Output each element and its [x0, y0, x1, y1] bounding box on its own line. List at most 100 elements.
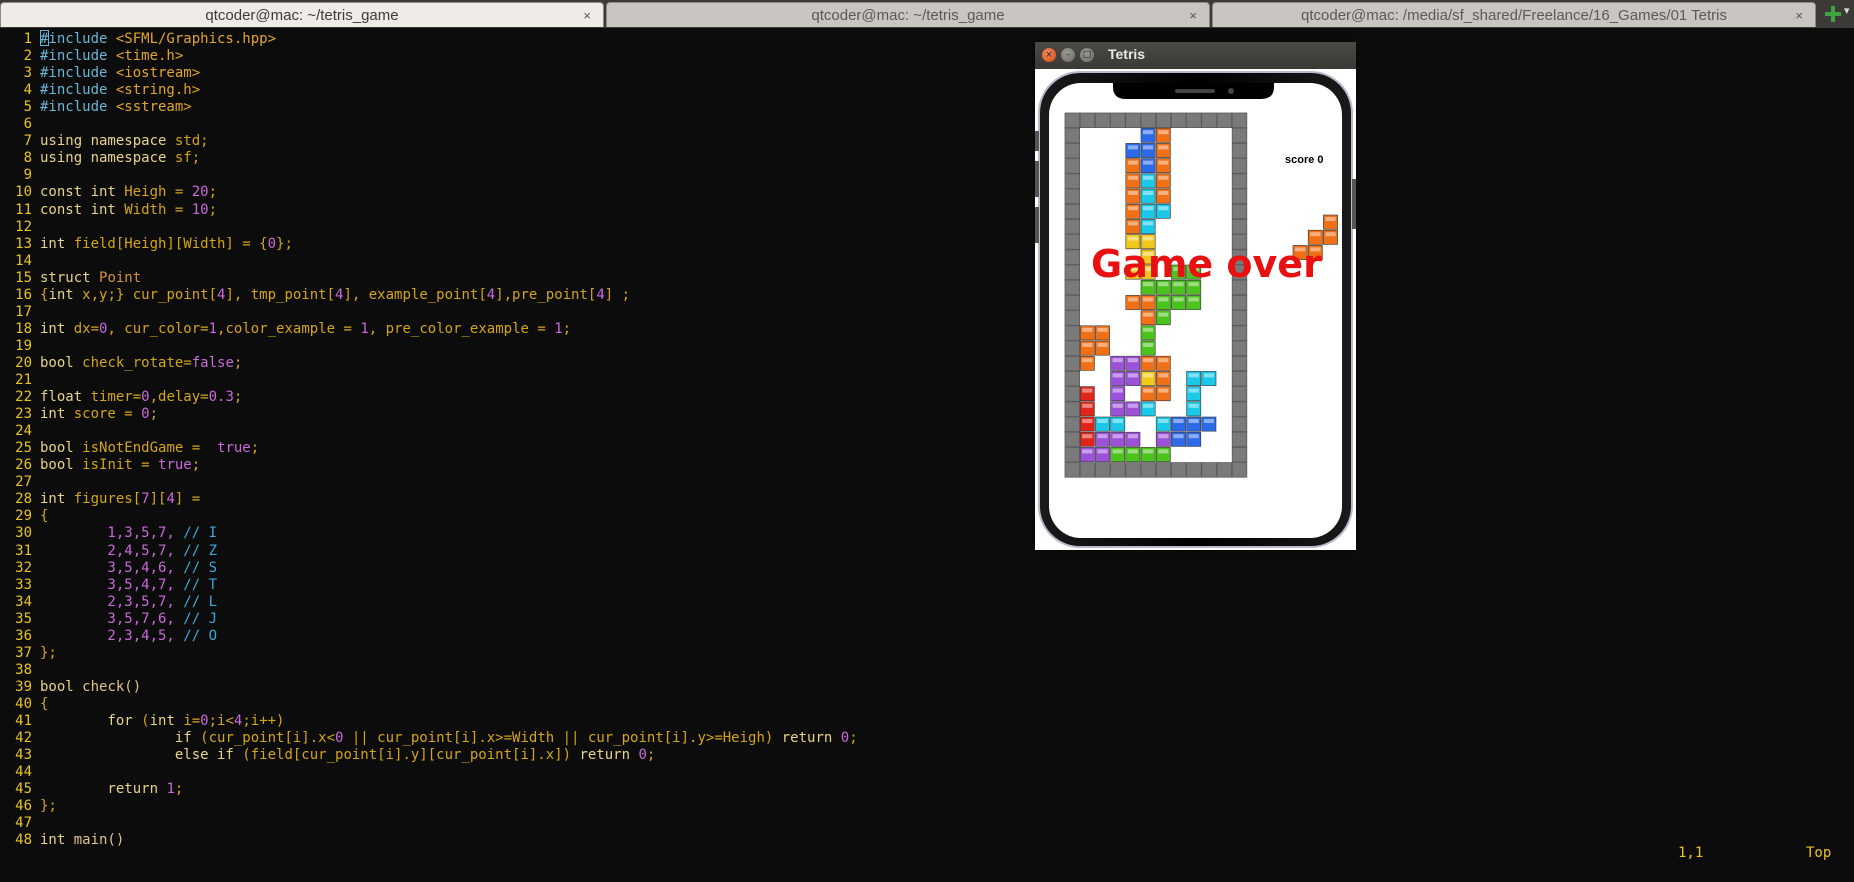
frame-brick — [1170, 112, 1187, 129]
frame-brick — [1231, 158, 1248, 174]
code-token: x,y;} cur_point[ — [82, 286, 218, 303]
tab-1[interactable]: qtcoder@mac: ~/tetris_game × — [0, 2, 604, 27]
code-text: int figures[7][4] = — [40, 491, 200, 508]
game-canvas[interactable]: score 0 Game over — [1035, 69, 1356, 550]
frame-brick — [1064, 127, 1081, 144]
camera-icon — [1228, 88, 1234, 94]
block-shine — [1127, 434, 1138, 439]
code-token: ; — [233, 389, 243, 406]
frame-brick — [1231, 294, 1248, 311]
block-shine — [1127, 175, 1138, 180]
line-number: 10 — [15, 184, 32, 201]
line-number: 6 — [23, 116, 32, 133]
close-button[interactable]: × — [1042, 48, 1056, 62]
block-shine — [1112, 403, 1123, 408]
block-shine — [1127, 206, 1138, 211]
code-token: using namespace — [40, 150, 175, 167]
tetris-window[interactable]: × – □ Tetris score 0 Game over — [1035, 42, 1356, 550]
code-token: std; — [174, 133, 209, 150]
code-token: || cur_point[i].x>=Width || cur_point[i]… — [343, 730, 782, 747]
code-text: int main() — [40, 832, 124, 849]
code-token: ;i< — [208, 713, 234, 729]
code-text: return 1; — [40, 781, 183, 798]
line-number: 13 — [15, 235, 32, 252]
code-token: ( — [141, 713, 150, 729]
code-token: const int — [40, 184, 125, 201]
tab-title: qtcoder@mac: ~/tetris_game — [205, 7, 399, 24]
code-text: struct Point — [40, 270, 141, 287]
code-token: sf; — [174, 150, 201, 167]
code-token: (cur_point[i].x< — [200, 730, 336, 747]
line-number: 4 — [23, 82, 32, 99]
close-icon[interactable]: × — [1795, 3, 1803, 28]
block-shine — [1112, 388, 1123, 393]
line-number: 14 — [15, 252, 32, 269]
side-button — [1035, 131, 1039, 151]
line-number: 43 — [15, 747, 32, 764]
frame-brick — [1064, 112, 1081, 129]
code-text: int score = 0; — [40, 406, 158, 423]
line-number: 25 — [15, 440, 32, 457]
chevron-down-icon[interactable]: ▾ — [1844, 4, 1850, 17]
block-shine — [1127, 297, 1138, 302]
window-titlebar[interactable]: × – □ Tetris — [1035, 42, 1356, 69]
code-token: ] ; — [604, 286, 631, 303]
line-number: 27 — [15, 474, 32, 491]
close-icon[interactable]: × — [583, 3, 591, 28]
code-token: 0 — [141, 406, 150, 423]
frame-brick — [1231, 203, 1248, 220]
line-number: 2 — [23, 48, 32, 65]
code-token: // I — [183, 525, 218, 542]
frame-brick — [1231, 462, 1248, 478]
code-token: int — [149, 713, 184, 729]
code-token: 10 — [191, 201, 209, 218]
code-token: 1 — [166, 781, 175, 798]
code-token: return — [579, 747, 639, 764]
code-token: ; — [646, 747, 656, 764]
line-number: 41 — [15, 713, 32, 729]
code-text: 2,3,5,7, // L — [40, 594, 217, 611]
frame-brick — [1064, 370, 1081, 387]
frame-brick — [1231, 112, 1248, 129]
code-token: 4 — [166, 491, 175, 508]
code-token: using namespace — [40, 133, 175, 150]
minimize-button[interactable]: – — [1061, 48, 1075, 62]
tab-2[interactable]: qtcoder@mac: ~/tetris_game × — [606, 2, 1210, 27]
tab-3[interactable]: qtcoder@mac: /media/sf_shared/Freelance/… — [1212, 2, 1816, 27]
code-token: 4 — [596, 286, 605, 303]
block-shine — [1143, 221, 1154, 226]
code-token: }; — [40, 644, 57, 661]
code-token: #include — [40, 99, 116, 116]
code-token: bool — [40, 457, 83, 474]
code-token: 0 — [267, 235, 277, 252]
block-shine — [1143, 358, 1154, 363]
frame-brick — [1140, 462, 1157, 478]
code-text: const int Width = 10; — [40, 202, 217, 219]
block-shine — [1188, 297, 1199, 302]
scroll-position: Top — [1806, 845, 1832, 861]
code-token: #include — [40, 31, 116, 47]
frame-brick — [1064, 386, 1081, 402]
code-token: const int — [40, 201, 125, 218]
close-icon[interactable]: × — [1189, 3, 1197, 28]
code-text: #include <SFML/Graphics.hpp> — [40, 31, 276, 48]
code-token: struct — [40, 269, 100, 286]
code-token: 1 — [208, 320, 218, 337]
vim-editor[interactable]: 1 #include <SFML/Graphics.hpp> 2 #include <… — [0, 28, 1854, 878]
frame-brick — [1231, 218, 1248, 235]
code-token: ;i++) — [242, 713, 285, 729]
code-token: check_rotate= — [82, 354, 192, 371]
maximize-button[interactable]: □ — [1080, 48, 1094, 62]
code-text: #include <sstream> — [40, 99, 192, 116]
line-number: 31 — [15, 542, 32, 559]
block-shine — [1188, 373, 1199, 378]
block-shine — [1082, 343, 1093, 347]
frame-brick — [1064, 401, 1081, 417]
plus-icon[interactable] — [1822, 3, 1844, 25]
block-shine — [1112, 434, 1123, 439]
code-token: bool — [40, 354, 83, 371]
code-token: check() — [82, 678, 142, 695]
frame-brick — [1231, 188, 1248, 205]
code-token: int — [40, 320, 74, 337]
block-shine — [1203, 373, 1214, 378]
